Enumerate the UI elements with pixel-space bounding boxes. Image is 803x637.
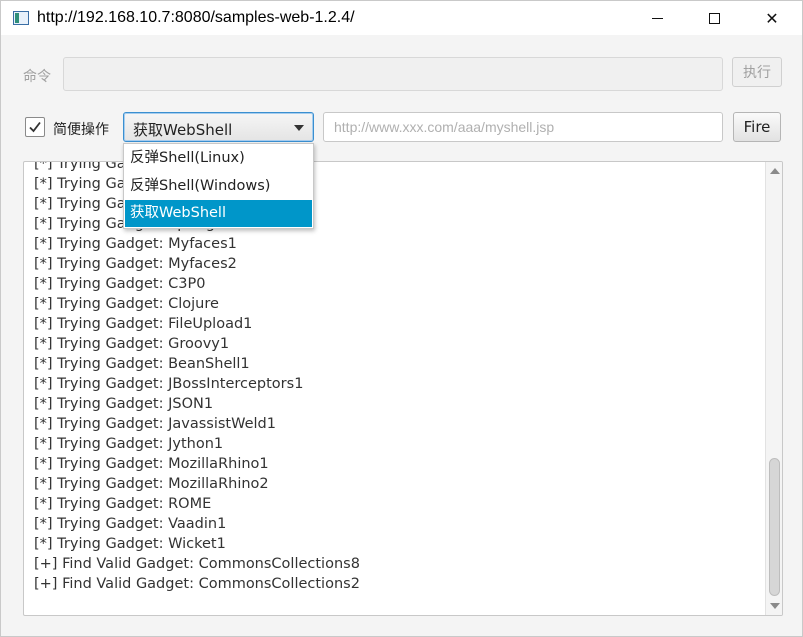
log-line: [*] Trying Gadget: Myfaces1 [34,236,237,252]
log-line: [*] Trying Gadget: FileUpload1 [34,316,253,332]
scroll-up-icon[interactable] [770,168,780,174]
log-line: [*] Trying Gadget: C3P0 [34,276,206,292]
simple-mode-checkbox[interactable] [25,117,45,137]
scroll-thumb[interactable] [769,458,780,596]
log-line: [*] Trying Gadget: MozillaRhino1 [34,456,269,472]
close-button[interactable]: ✕ [749,1,795,35]
log-line: [*] Trying Gadget: JBossInterceptors1 [34,376,304,392]
dropdown-item-webshell[interactable]: 获取WebShell [125,200,312,227]
mode-selected-value: 获取WebShell [133,121,233,139]
simple-mode-label: 简便操作 [53,122,109,138]
log-line: [+] Find Valid Gadget: CommonsCollection… [34,576,360,592]
maximize-icon [708,12,720,24]
mode-dropdown-list: 反弹Shell(Linux) 反弹Shell(Windows) 获取WebShe… [123,143,314,229]
log-line: [*] Trying Gadget: Wicket1 [34,536,226,552]
log-line: [*] Trying Gadget: Groovy1 [34,336,230,352]
fire-button[interactable]: Fire [733,112,781,142]
dropdown-item-reverse-linux[interactable]: 反弹Shell(Linux) [125,145,312,172]
dropdown-item-reverse-windows[interactable]: 反弹Shell(Windows) [125,173,312,200]
checkmark-icon [29,121,41,133]
title-bar: http://192.168.10.7:8080/samples-web-1.2… [1,1,802,35]
chevron-down-icon [294,125,304,131]
close-icon: ✕ [765,8,779,28]
scroll-down-icon[interactable] [770,603,780,609]
url-input[interactable] [323,112,723,142]
log-line: [*] Trying Gadget: BeanShell1 [34,356,250,372]
log-output[interactable]: [*] Trying Gadget: Spring1 [*] Trying Ga… [23,161,783,616]
vertical-scrollbar[interactable] [765,162,782,615]
log-line: [*] Trying Gadget: Jython1 [34,436,224,452]
maximize-button[interactable] [691,1,737,35]
log-line: [*] Trying Gadget: MozillaRhino2 [34,476,269,492]
log-line: [+] Find Valid Gadget: CommonsCollection… [34,556,360,572]
window-title: http://192.168.10.7:8080/samples-web-1.2… [37,9,355,26]
minimize-icon [651,17,663,19]
log-line: [*] Trying Gadget: JavassistWeld1 [34,416,276,432]
log-line: [*] Trying Gadget: Myfaces2 [34,256,237,272]
app-icon [13,11,29,25]
log-line: [*] Trying Gadget: Vaadin1 [34,516,227,532]
execute-button[interactable]: 执行 [732,57,782,87]
log-line: [*] Trying Gadget: ROME [34,496,212,512]
command-input[interactable] [63,57,723,91]
log-line: [*] Trying Gadget: Clojure [34,296,219,312]
minimize-button[interactable] [634,1,680,35]
command-label: 命令 [23,69,51,85]
log-line: [*] Trying Gadget: JSON1 [34,396,214,412]
mode-select[interactable]: 获取WebShell [123,112,314,142]
